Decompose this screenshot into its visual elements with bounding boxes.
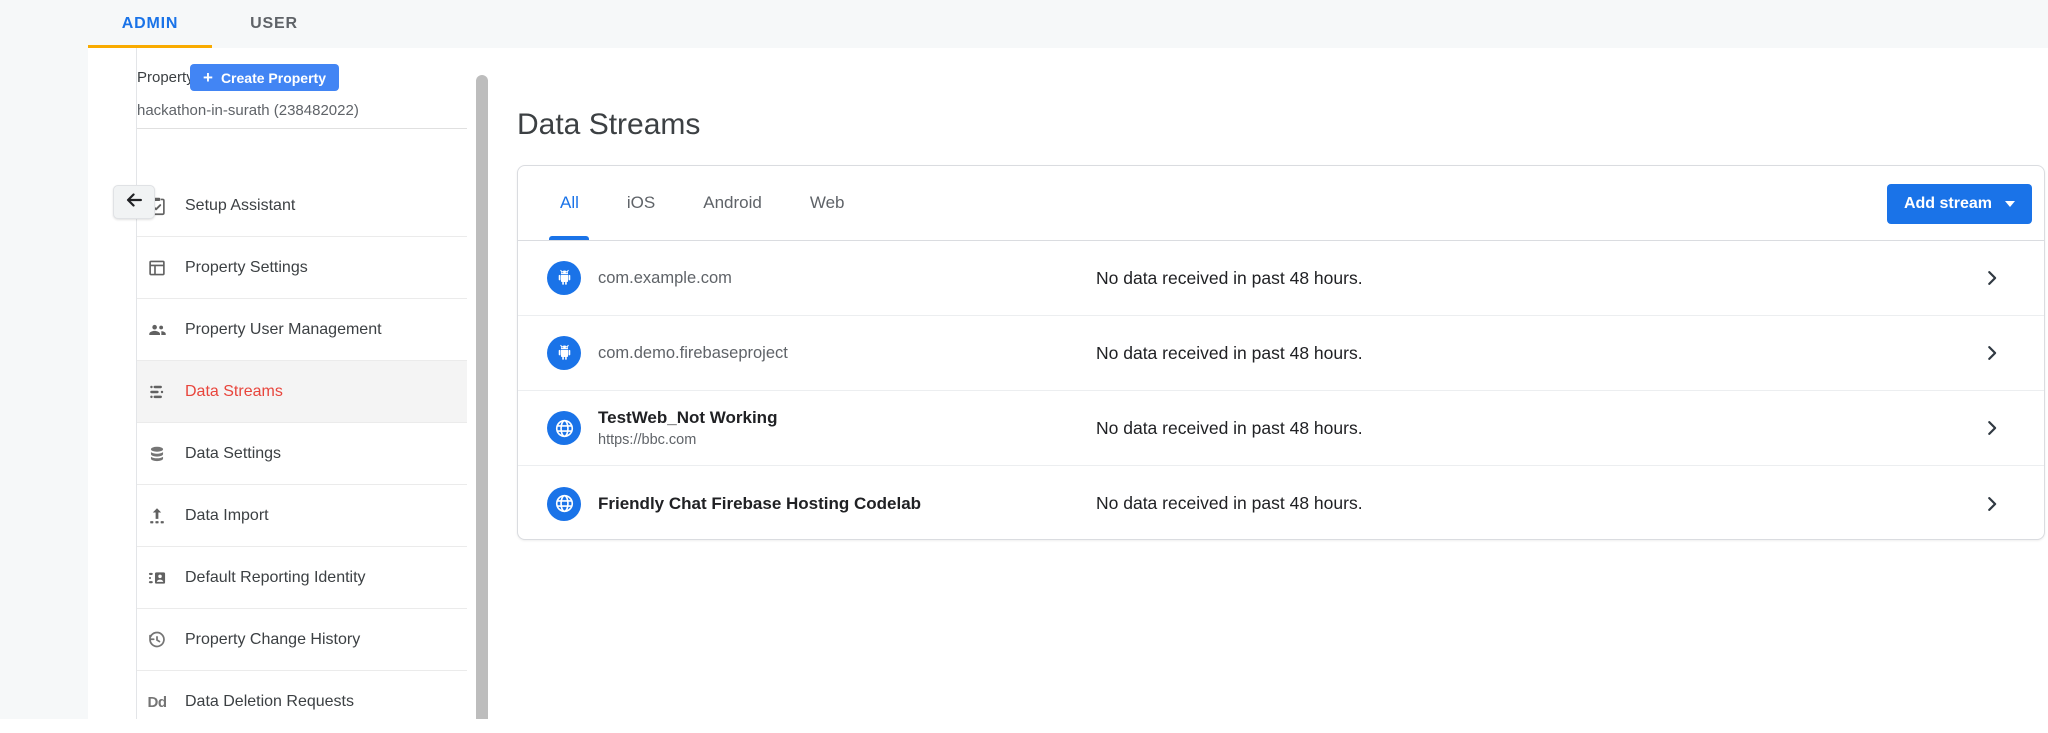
sidebar-item-data-settings[interactable]: Data Settings <box>137 423 467 485</box>
collapse-column-button[interactable] <box>113 185 155 219</box>
create-property-button[interactable]: + Create Property <box>190 64 339 91</box>
page-title: Data Streams <box>517 108 700 142</box>
stream-text: com.example.com <box>598 269 732 288</box>
stream-name: com.demo.firebaseproject <box>598 344 788 363</box>
top-bar: ADMIN USER <box>0 0 2048 48</box>
active-tab-indicator <box>549 236 589 240</box>
stream-status: No data received in past 48 hours. <box>1096 493 1363 514</box>
dd-text-icon: Dd <box>145 690 169 714</box>
android-icon <box>547 336 581 370</box>
stream-status: No data received in past 48 hours. <box>1096 418 1363 439</box>
tab-admin[interactable]: ADMIN <box>88 0 212 48</box>
tab-ios[interactable]: iOS <box>603 166 679 240</box>
database-icon <box>145 442 169 466</box>
globe-web-icon <box>547 487 581 521</box>
stream-text: Friendly Chat Firebase Hosting Codelab <box>598 494 921 514</box>
add-stream-label: Add stream <box>1904 195 1992 213</box>
admin-user-tabs: ADMIN USER <box>88 0 336 48</box>
sidebar-item-data-import[interactable]: Data Import <box>137 485 467 547</box>
sidebar-content: Property + Create Property hackathon-in-… <box>137 48 467 733</box>
main-content: Data Streams All iOS Android Web Add str… <box>488 48 2048 719</box>
stream-row-com-example-com[interactable]: com.example.com No data received in past… <box>518 241 2044 316</box>
sidebar-item-property-settings[interactable]: Property Settings <box>137 237 467 299</box>
tab-android[interactable]: Android <box>679 166 786 240</box>
stream-row-friendly-chat[interactable]: Friendly Chat Firebase Hosting Codelab N… <box>518 466 2044 541</box>
chevron-right-icon[interactable] <box>1980 492 2004 516</box>
stream-text: com.demo.firebaseproject <box>598 344 788 363</box>
sidebar-item-label: Setup Assistant <box>185 197 295 215</box>
sidebar-item-data-deletion-requests[interactable]: Dd Data Deletion Requests <box>137 671 467 733</box>
sidebar-item-label: Default Reporting Identity <box>185 569 366 587</box>
stream-row-testweb-not-working[interactable]: TestWeb_Not Working https://bbc.com No d… <box>518 391 2044 466</box>
property-header-row: Property + Create Property <box>137 64 467 91</box>
data-streams-icon <box>145 380 169 404</box>
sidebar-item-label: Data Settings <box>185 445 281 463</box>
stream-name: Friendly Chat Firebase Hosting Codelab <box>598 494 921 514</box>
tab-android-label: Android <box>703 193 762 213</box>
create-property-label: Create Property <box>221 70 326 86</box>
history-icon <box>145 628 169 652</box>
stream-status: No data received in past 48 hours. <box>1096 268 1363 289</box>
tab-web-label: Web <box>810 193 845 213</box>
upload-icon <box>145 504 169 528</box>
sidebar-item-label: Data Deletion Requests <box>185 693 354 711</box>
sidebar-scrollbar[interactable] <box>476 75 488 719</box>
sidebar-item-property-user-management[interactable]: Property User Management <box>137 299 467 361</box>
chevron-right-icon[interactable] <box>1980 416 2004 440</box>
sidebar-item-label: Data Import <box>185 507 269 525</box>
arrow-back-icon <box>123 189 145 216</box>
add-stream-button[interactable]: Add stream <box>1887 184 2032 224</box>
identity-card-icon <box>145 566 169 590</box>
tab-user[interactable]: USER <box>212 0 336 48</box>
sidebar-item-label: Property User Management <box>185 321 382 339</box>
caret-down-icon <box>2005 201 2015 207</box>
stream-name: com.example.com <box>598 269 732 288</box>
sidebar-item-data-streams[interactable]: Data Streams <box>137 361 467 423</box>
tab-all[interactable]: All <box>536 166 603 240</box>
stream-row-com-demo-firebaseproject[interactable]: com.demo.firebaseproject No data receive… <box>518 316 2044 391</box>
sidebar-menu: Setup Assistant Property Settings Proper… <box>137 175 467 733</box>
tab-user-label: USER <box>250 15 298 33</box>
tab-all-label: All <box>560 193 579 213</box>
sidebar-item-label: Property Change History <box>185 631 360 649</box>
sidebar-item-property-change-history[interactable]: Property Change History <box>137 609 467 671</box>
tab-ios-label: iOS <box>627 193 655 213</box>
property-sidebar: Property + Create Property hackathon-in-… <box>88 48 488 719</box>
chevron-right-icon[interactable] <box>1980 341 2004 365</box>
sidebar-item-label: Property Settings <box>185 259 308 277</box>
people-icon <box>145 318 169 342</box>
tab-admin-label: ADMIN <box>122 15 178 33</box>
stream-name: TestWeb_Not Working <box>598 408 777 428</box>
stream-text: TestWeb_Not Working https://bbc.com <box>598 408 777 448</box>
window-layout-icon <box>145 256 169 280</box>
chevron-right-icon[interactable] <box>1980 266 2004 290</box>
plus-icon: + <box>203 69 213 86</box>
property-name[interactable]: hackathon-in-surath (238482022) <box>137 102 467 129</box>
globe-web-icon <box>547 411 581 445</box>
sidebar-item-label: Data Streams <box>185 383 283 401</box>
data-streams-panel: All iOS Android Web Add stream co <box>517 165 2045 540</box>
tab-web[interactable]: Web <box>786 166 869 240</box>
sidebar-item-default-reporting-identity[interactable]: Default Reporting Identity <box>137 547 467 609</box>
collapsed-account-column <box>0 48 88 719</box>
sidebar-item-setup-assistant[interactable]: Setup Assistant <box>137 175 467 237</box>
property-section-label: Property <box>137 69 188 86</box>
stream-filter-tabs: All iOS Android Web Add stream <box>518 166 2044 241</box>
android-icon <box>547 261 581 295</box>
stream-url: https://bbc.com <box>598 432 777 448</box>
stream-status: No data received in past 48 hours. <box>1096 343 1363 364</box>
